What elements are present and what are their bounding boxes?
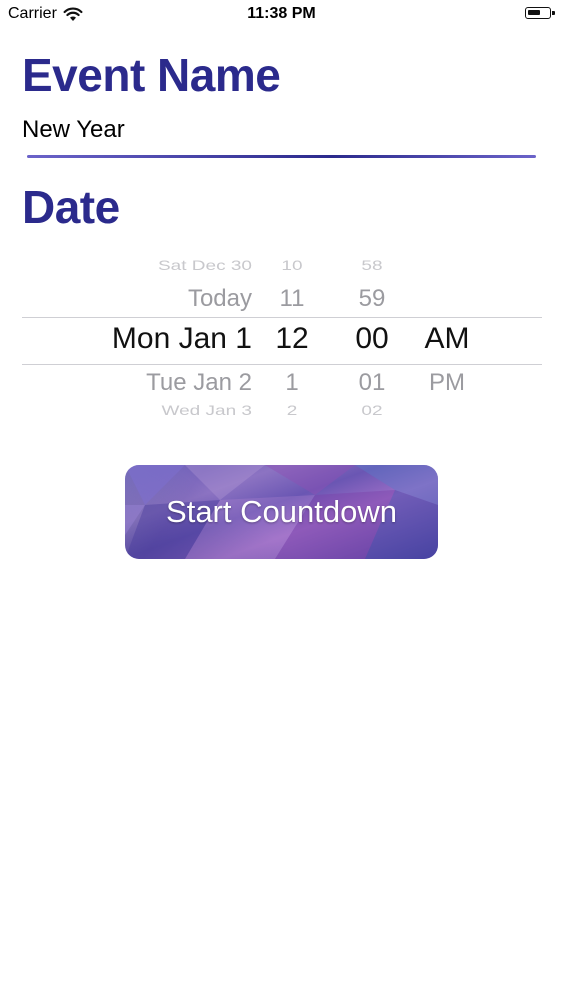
- start-countdown-label: Start Countdown: [166, 494, 397, 529]
- picker-date-cell[interactable]: Tue Jan 2: [146, 369, 252, 397]
- picker-minute-cell[interactable]: 58: [332, 258, 412, 275]
- picker-hour-selected[interactable]: 12: [252, 322, 332, 356]
- picker-selection-bottom-line: [22, 364, 542, 365]
- picker-hour-cell[interactable]: 1: [252, 369, 332, 397]
- event-name-underline: [27, 155, 536, 158]
- picker-date-selected[interactable]: Mon Jan 1: [112, 322, 252, 356]
- picker-ampm-selected[interactable]: AM: [412, 322, 482, 356]
- picker-minute-selected[interactable]: 00: [332, 322, 412, 356]
- picker-minute-cell[interactable]: 59: [332, 285, 412, 313]
- date-time-picker[interactable]: Sat Dec 30 10 58 Today 11 59 Mon Jan 1 1…: [22, 250, 542, 425]
- picker-date-cell[interactable]: Today: [188, 285, 252, 313]
- event-name-input[interactable]: [22, 113, 536, 147]
- picker-selection-top-line: [22, 317, 542, 318]
- event-name-heading: Event Name: [22, 49, 281, 101]
- status-bar: Carrier 11:38 PM: [0, 0, 563, 30]
- picker-hour-cell[interactable]: 11: [252, 285, 332, 313]
- picker-date-cell[interactable]: Sat Dec 30: [158, 258, 252, 275]
- picker-date-cell[interactable]: Wed Jan 3: [162, 403, 252, 420]
- start-countdown-button[interactable]: Start Countdown: [125, 465, 438, 559]
- battery-icon: [525, 7, 555, 19]
- date-heading: Date: [22, 181, 120, 233]
- picker-hour-cell[interactable]: 10: [252, 258, 332, 275]
- picker-minute-cell[interactable]: 02: [332, 403, 412, 420]
- picker-minute-cell[interactable]: 01: [332, 369, 412, 397]
- picker-ampm-cell[interactable]: PM: [412, 369, 482, 397]
- status-time: 11:38 PM: [247, 5, 316, 22]
- picker-hour-cell[interactable]: 2: [252, 403, 332, 420]
